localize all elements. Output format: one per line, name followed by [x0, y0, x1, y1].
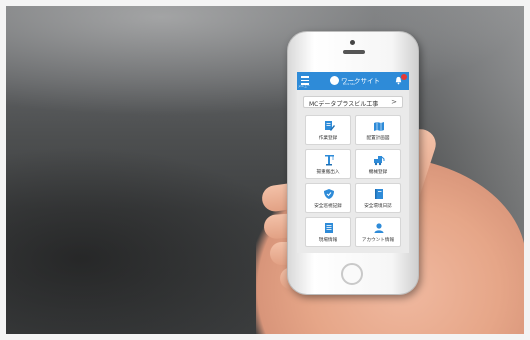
chevron-right-icon: >	[391, 98, 397, 106]
tile-label: アカウント情報	[361, 238, 395, 243]
logo-icon	[330, 76, 339, 85]
front-camera	[350, 40, 355, 45]
home-button[interactable]	[341, 263, 363, 285]
crane-icon	[325, 155, 334, 166]
tile-label: 揚重搬出入	[316, 170, 340, 175]
app-header: メニュー ワークサイト Work Site	[297, 72, 409, 90]
tile-label: 安全環境日誌	[364, 204, 392, 209]
tile-layout-plan[interactable]: 配置計画図	[355, 115, 401, 145]
tile-safety-patrol[interactable]: 安全巡視記録	[305, 183, 351, 213]
tile-label: 現場情報	[318, 238, 338, 243]
tile-label: 安全巡視記録	[314, 204, 342, 209]
earpiece-speaker	[343, 50, 365, 54]
account-icon	[374, 223, 384, 233]
site-info-icon	[325, 223, 333, 233]
tile-label: 機械登録	[368, 170, 388, 175]
tile-machine-registration[interactable]: 機械登録	[355, 149, 401, 179]
phone-screen: メニュー ワークサイト Work Site MCデータプラスビル工事 > 作業登…	[297, 72, 409, 253]
book-icon	[375, 189, 383, 199]
menu-label: メニュー	[298, 84, 311, 88]
project-selector[interactable]: MCデータプラスビル工事 >	[303, 96, 403, 108]
shield-icon	[324, 189, 334, 199]
smartphone: メニュー ワークサイト Work Site MCデータプラスビル工事 > 作業登…	[287, 31, 419, 295]
map-icon	[374, 122, 384, 131]
app-logo-subtext: Work Site	[343, 83, 355, 86]
tile-site-info[interactable]: 現場情報	[305, 217, 351, 247]
tile-work-registration[interactable]: 作業登録	[305, 115, 351, 145]
notification-badge	[401, 74, 407, 80]
background-photo: メニュー ワークサイト Work Site MCデータプラスビル工事 > 作業登…	[6, 6, 524, 334]
tile-lifting-transport[interactable]: 揚重搬出入	[305, 149, 351, 179]
document-pen-icon	[325, 121, 335, 131]
tile-account-info[interactable]: アカウント情報	[355, 217, 401, 247]
machine-icon	[374, 156, 385, 166]
project-name: MCデータプラスビル工事	[309, 100, 379, 108]
tile-label: 作業登録	[318, 136, 338, 141]
tile-safety-diary[interactable]: 安全環境日誌	[355, 183, 401, 213]
tile-label: 配置計画図	[366, 136, 390, 141]
